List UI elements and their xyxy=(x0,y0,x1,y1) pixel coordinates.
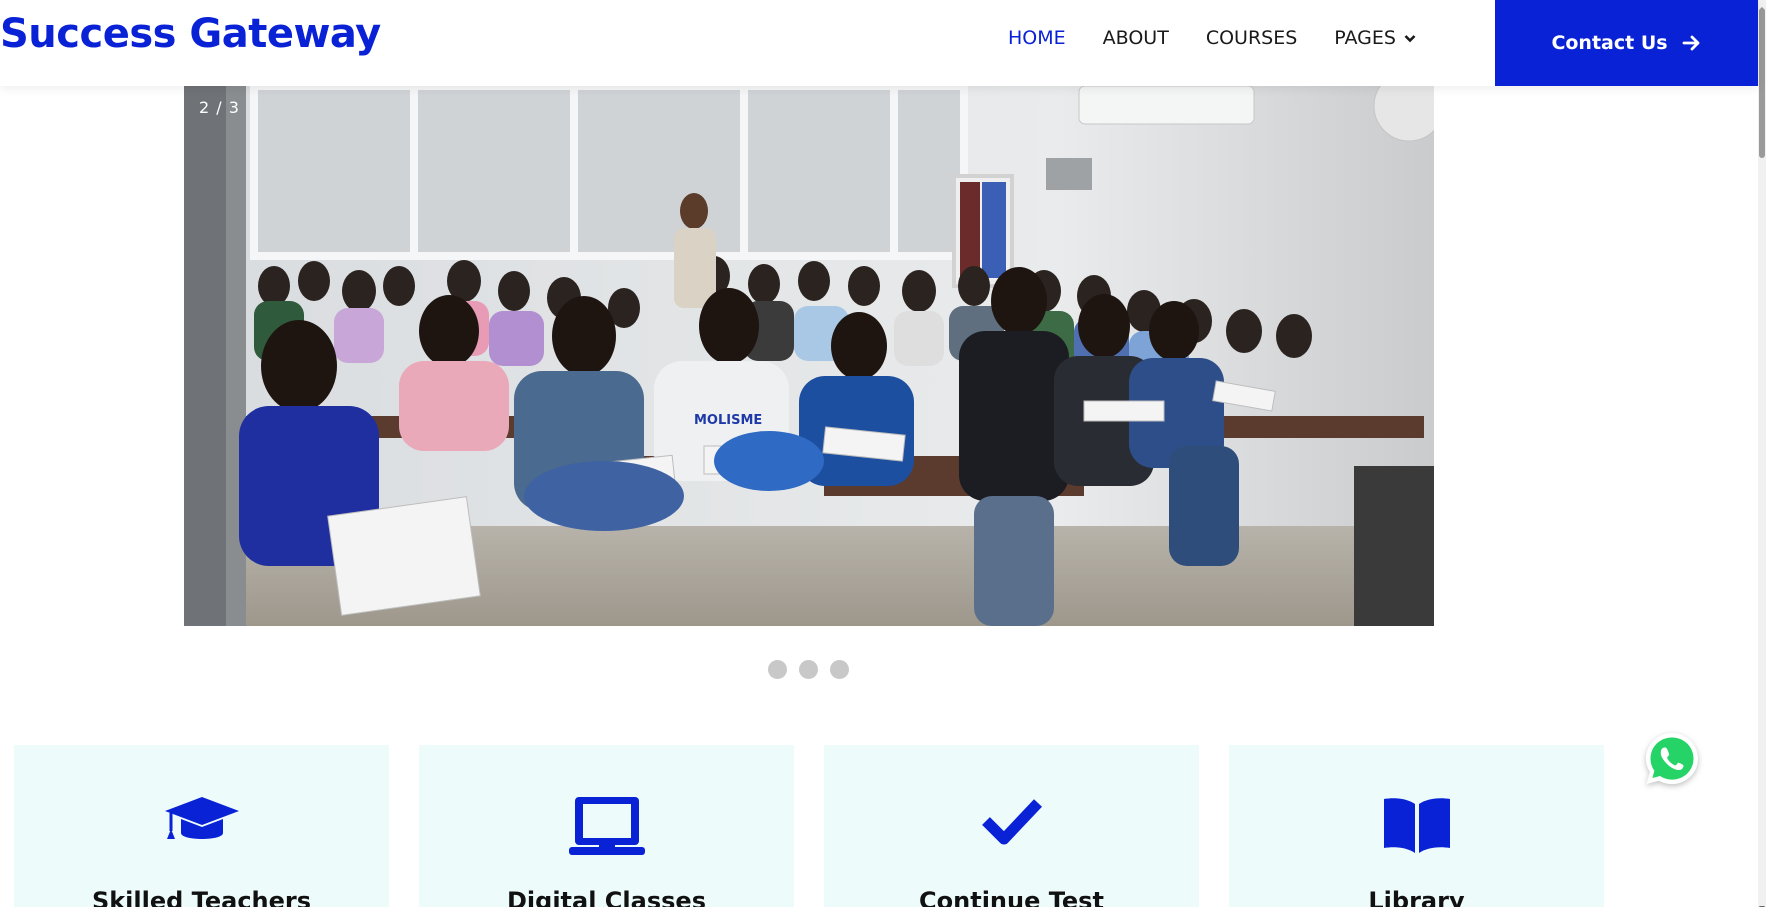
brand-logo[interactable]: Success Gateway xyxy=(0,11,381,57)
scroll-down-icon[interactable] xyxy=(1758,899,1766,907)
chevron-down-icon xyxy=(1404,34,1416,43)
contact-us-label: Contact Us xyxy=(1551,32,1668,54)
carousel-dots xyxy=(768,660,861,679)
carousel-dot-3[interactable] xyxy=(830,660,849,679)
nav-pages-label: PAGES xyxy=(1334,27,1396,49)
feature-card-digital-classes: Digital Classes xyxy=(419,745,794,907)
nav-courses[interactable]: COURSES xyxy=(1206,27,1297,49)
whatsapp-button[interactable] xyxy=(1643,730,1701,788)
page-scrollbar[interactable] xyxy=(1758,0,1766,907)
classroom-photo: MOLISME xyxy=(184,86,1434,626)
main-nav: HOME ABOUT COURSES PAGES xyxy=(1008,27,1453,49)
feature-title: Digital Classes xyxy=(507,887,706,907)
nav-about[interactable]: ABOUT xyxy=(1103,27,1169,49)
hero-carousel[interactable]: 2 / 3 MOLISME xyxy=(184,86,1434,626)
feature-title: Continue Test xyxy=(919,887,1104,907)
laptop-icon xyxy=(568,795,645,862)
scroll-thumb[interactable] xyxy=(1759,8,1765,158)
svg-text:MOLISME: MOLISME xyxy=(694,413,762,428)
contact-us-button[interactable]: Contact Us xyxy=(1495,0,1758,86)
book-icon xyxy=(1382,795,1452,860)
carousel-dot-2[interactable] xyxy=(799,660,818,679)
check-icon xyxy=(980,795,1044,852)
whatsapp-icon xyxy=(1646,733,1698,785)
slide-counter: 2 / 3 xyxy=(199,98,240,117)
feature-card-library: Library xyxy=(1229,745,1604,907)
graduation-cap-icon xyxy=(163,795,241,850)
navbar: Success Gateway HOME ABOUT COURSES PAGES… xyxy=(0,0,1758,86)
feature-card-skilled-teachers: Skilled Teachers xyxy=(14,745,389,907)
nav-pages[interactable]: PAGES xyxy=(1334,27,1416,49)
carousel-dot-1[interactable] xyxy=(768,660,787,679)
feature-card-continue-test: Continue Test xyxy=(824,745,1199,907)
feature-title: Skilled Teachers xyxy=(91,887,312,907)
nav-home[interactable]: HOME xyxy=(1008,27,1066,49)
arrow-right-icon xyxy=(1682,34,1702,52)
feature-title: Library xyxy=(1368,887,1465,907)
scroll-up-icon[interactable] xyxy=(1758,0,1766,11)
